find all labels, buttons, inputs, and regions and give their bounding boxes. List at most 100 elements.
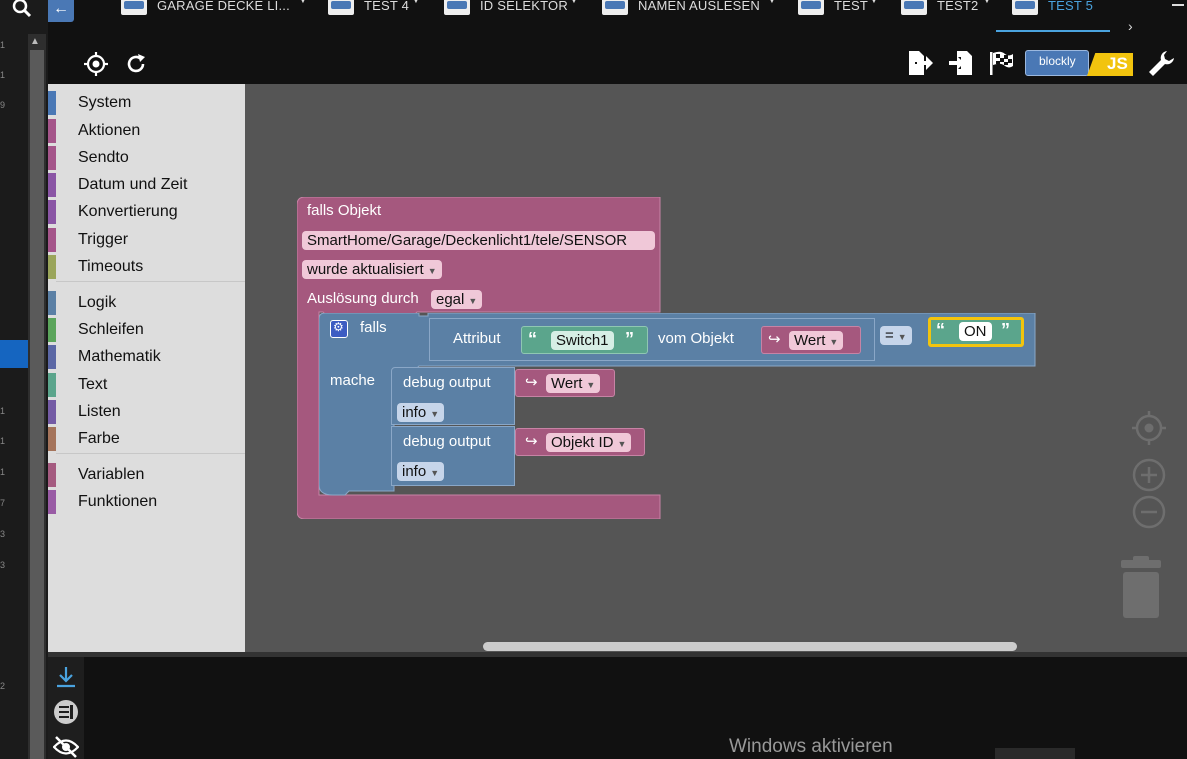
variable-dropdown[interactable]: Wert ▼ xyxy=(789,331,844,350)
locate-icon[interactable] xyxy=(84,52,108,76)
search-icon[interactable] xyxy=(12,0,32,18)
arrow-left-icon: ← xyxy=(53,0,69,17)
wrench-icon[interactable] xyxy=(1147,49,1175,77)
toolbox-category-listen[interactable]: Listen xyxy=(48,400,245,424)
tab-label: TEST 5 xyxy=(1048,0,1094,13)
caret-down-icon[interactable]: ▼ xyxy=(570,0,578,5)
blockly-workspace[interactable]: falls Objekt SmartHome/Garage/Deckenlich… xyxy=(245,84,1187,652)
object-id-field[interactable]: SmartHome/Garage/Deckenlicht1/tele/SENSO… xyxy=(302,231,655,250)
attribut-value[interactable]: Switch1 xyxy=(551,331,614,350)
caret-down-icon[interactable]: ▼ xyxy=(870,0,878,5)
debug-level-value: info xyxy=(402,463,427,480)
eye-off-icon[interactable] xyxy=(53,736,79,758)
scroll-up-icon[interactable]: ▲ xyxy=(30,36,40,47)
debug-output-block-1[interactable]: debug output info ▼ xyxy=(391,367,515,425)
refresh-icon[interactable] xyxy=(125,53,147,75)
caret-down-icon[interactable]: ▼ xyxy=(412,0,420,5)
tab-label: GARAGE DECKE LI... xyxy=(157,0,290,13)
tabs-next-icon[interactable]: › xyxy=(1128,18,1133,34)
ausloesung-dropdown[interactable]: egal ▼ xyxy=(431,290,483,309)
caret-down-icon: ▼ xyxy=(829,337,839,347)
category-label: Trigger xyxy=(78,231,129,248)
toolbox-category-sendto[interactable]: Sendto xyxy=(48,146,245,170)
back-button[interactable]: ← xyxy=(48,0,74,22)
toolbox-category-aktionen[interactable]: Aktionen xyxy=(48,119,245,143)
attribut-label: Attribut xyxy=(453,330,501,347)
tab-label: TEST xyxy=(834,0,869,13)
variable-wert-block[interactable]: ↪ Wert ▼ xyxy=(761,326,861,354)
caret-down-icon[interactable]: ▼ xyxy=(299,0,307,5)
zoom-in-icon[interactable] xyxy=(1132,458,1166,492)
toolbox-category-farbe[interactable]: Farbe xyxy=(48,427,245,451)
windows-activation-watermark: Windows aktivieren xyxy=(729,736,893,757)
left-scrollbar-thumb[interactable] xyxy=(30,50,44,759)
toolbox-category-timeouts[interactable]: Timeouts xyxy=(48,255,245,279)
compare-block[interactable]: Attribut “ Switch1 ” vom Objekt ↪ Wert ▼ xyxy=(429,318,875,361)
app-root: ▲ 1 1 9 1 1 1 7 3 3 2 ← GARAGE DECKE LI.… xyxy=(0,0,1187,759)
toolbox-category-funktionen[interactable]: Funktionen xyxy=(48,490,245,514)
category-color xyxy=(48,490,56,514)
category-label: Timeouts xyxy=(78,258,144,275)
operator-dropdown[interactable]: = ▼ xyxy=(880,326,912,345)
toolbox-category-text[interactable]: Text xyxy=(48,373,245,397)
toolbox-category-datum-und-zeit[interactable]: Datum und Zeit xyxy=(48,173,245,197)
debug-level-dropdown[interactable]: info ▼ xyxy=(397,462,445,481)
caret-down-icon: ▼ xyxy=(430,468,440,478)
variable-value: Objekt ID xyxy=(551,434,614,451)
toolbox-category-mathematik[interactable]: Mathematik xyxy=(48,345,245,369)
toolbox-category-trigger[interactable]: Trigger xyxy=(48,228,245,252)
js-mode-badge: JS xyxy=(1087,53,1133,76)
variable-dropdown[interactable]: Wert ▼ xyxy=(546,374,601,393)
category-label: Schleifen xyxy=(78,321,144,338)
variable-dropdown[interactable]: Objekt ID ▼ xyxy=(546,433,632,452)
caret-down-icon[interactable]: ▼ xyxy=(983,0,991,5)
debug-variable-block-2[interactable]: ↪ Objekt ID ▼ xyxy=(515,428,645,456)
gear-icon[interactable]: ⚙ xyxy=(330,320,348,338)
caret-down-icon[interactable]: ▼ xyxy=(768,0,776,5)
workspace-scrollbar[interactable] xyxy=(483,642,1017,651)
zoom-out-icon[interactable] xyxy=(1132,495,1166,529)
category-color xyxy=(48,146,56,170)
download-icon[interactable] xyxy=(54,665,78,689)
recenter-icon[interactable] xyxy=(1132,411,1166,445)
toolbox-separator xyxy=(56,281,245,282)
checkered-flag-icon[interactable] xyxy=(987,49,1015,77)
menu-icon[interactable] xyxy=(1172,4,1184,6)
condition-value: wurde aktualisiert xyxy=(307,261,424,278)
toolbox-category-system[interactable]: System xyxy=(48,91,245,115)
log-view-icon[interactable] xyxy=(53,699,79,725)
compare-value[interactable]: ON xyxy=(959,322,992,341)
debug-variable-block-1[interactable]: ↪ Wert ▼ xyxy=(515,369,615,397)
tab-label: TEST 4 xyxy=(364,0,410,13)
category-color xyxy=(48,119,56,143)
debug-level-dropdown[interactable]: info ▼ xyxy=(397,403,445,422)
debug-output-block-2[interactable]: debug output info ▼ xyxy=(391,426,515,486)
variable-arrow-icon: ↪ xyxy=(525,374,538,391)
debug-output-label: debug output xyxy=(403,433,491,450)
variable-value: Wert xyxy=(794,332,826,349)
log-panel-divider[interactable] xyxy=(48,652,1187,657)
toolbox-category-konvertierung[interactable]: Konvertierung xyxy=(48,200,245,224)
category-label: Funktionen xyxy=(78,493,158,510)
selected-list-row[interactable] xyxy=(0,340,28,368)
blockly-mode-badge: blockly xyxy=(1025,50,1089,76)
attribut-text-block[interactable]: “ Switch1 ” xyxy=(521,326,648,354)
toolbox-category-schleifen[interactable]: Schleifen xyxy=(48,318,245,342)
blockly-js-toggle[interactable]: blockly JS xyxy=(1025,50,1133,76)
left-scrollbar[interactable] xyxy=(28,34,46,759)
caret-down-icon: ▼ xyxy=(430,409,440,419)
variable-arrow-icon: ↪ xyxy=(768,331,781,348)
category-color xyxy=(48,345,56,369)
log-panel-sidebar xyxy=(48,657,84,759)
export-icon[interactable] xyxy=(906,49,934,77)
category-label: Aktionen xyxy=(78,122,141,139)
import-icon[interactable] xyxy=(947,49,975,77)
compare-text-block[interactable]: “ ON ” xyxy=(928,317,1024,347)
list-number: 1 xyxy=(0,40,6,50)
trash-icon[interactable] xyxy=(1117,554,1165,620)
open-quote-icon: “ xyxy=(528,329,537,349)
trigger-title: falls Objekt xyxy=(307,202,382,219)
toolbox-category-logik[interactable]: Logik xyxy=(48,291,245,315)
toolbox-category-variablen[interactable]: Variablen xyxy=(48,463,245,487)
condition-dropdown[interactable]: wurde aktualisiert ▼ xyxy=(302,260,442,279)
